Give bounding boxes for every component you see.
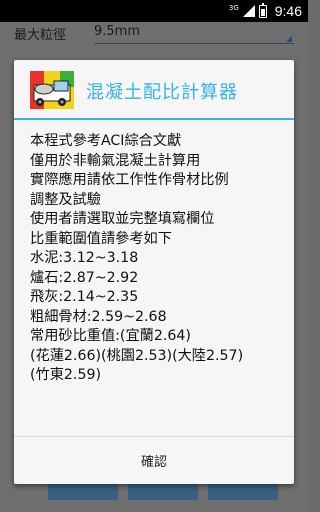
message-line: 飛灰:2.14~2.35 — [30, 289, 139, 305]
spinner-underline — [94, 43, 294, 44]
network-type-label: 3G — [228, 3, 239, 12]
message-line: 比重範圍值請參考如下 — [30, 230, 172, 247]
truck-app-icon — [30, 71, 74, 109]
dialog-header: 混凝土配比計算器 — [14, 60, 294, 118]
message-line: 水泥:3.12~3.18 — [30, 250, 139, 266]
message-line: 常用砂比重值:(宜蘭2.64) — [30, 328, 191, 344]
confirm-button[interactable]: 確認 — [14, 437, 294, 484]
max-aggregate-size-spinner[interactable]: 9.5mm — [94, 24, 140, 39]
battery-icon — [258, 2, 267, 18]
max-aggregate-size-row: 最大粒徑 9.5mm — [14, 24, 294, 44]
message-line: 使用者請選取並完整填寫欄位 — [30, 211, 215, 227]
info-dialog: 混凝土配比計算器 本程式參考ACI綜合文獻 僅用於非輸氣混凝土計算用 實際應用請… — [14, 60, 294, 484]
message-line: 調整及試驗 — [30, 191, 101, 208]
message-line: 僅用於非輸氣混凝土計算用 — [30, 152, 201, 169]
message-line: (竹東2.59) — [30, 367, 102, 383]
message-line: 本程式參考ACI綜合文獻 — [30, 133, 182, 149]
signal-icon — [242, 5, 255, 17]
spinner-arrow-icon — [286, 36, 292, 42]
message-line: 爐石:2.87~2.92 — [30, 269, 139, 286]
message-line: (花蓮2.66)(桃園2.53)(大陸2.57) — [30, 347, 244, 364]
status-time: 9:46 — [274, 3, 302, 19]
dialog-title: 混凝土配比計算器 — [86, 82, 238, 103]
title-divider — [14, 118, 294, 120]
dialog-message: 本程式參考ACI綜合文獻 僅用於非輸氣混凝土計算用 實際應用請依工作性作骨材比例… — [30, 132, 288, 386]
max-aggregate-size-label: 最大粒徑 — [14, 28, 67, 43]
message-line: 粗細骨材:2.59~2.68 — [30, 308, 167, 325]
status-icons: 3G 9:46 — [228, 2, 302, 19]
message-line: 實際應用請依工作性作骨材比例 — [30, 172, 229, 188]
status-bar: 3G 9:46 — [0, 0, 308, 22]
confirm-button-label: 確認 — [140, 455, 167, 470]
